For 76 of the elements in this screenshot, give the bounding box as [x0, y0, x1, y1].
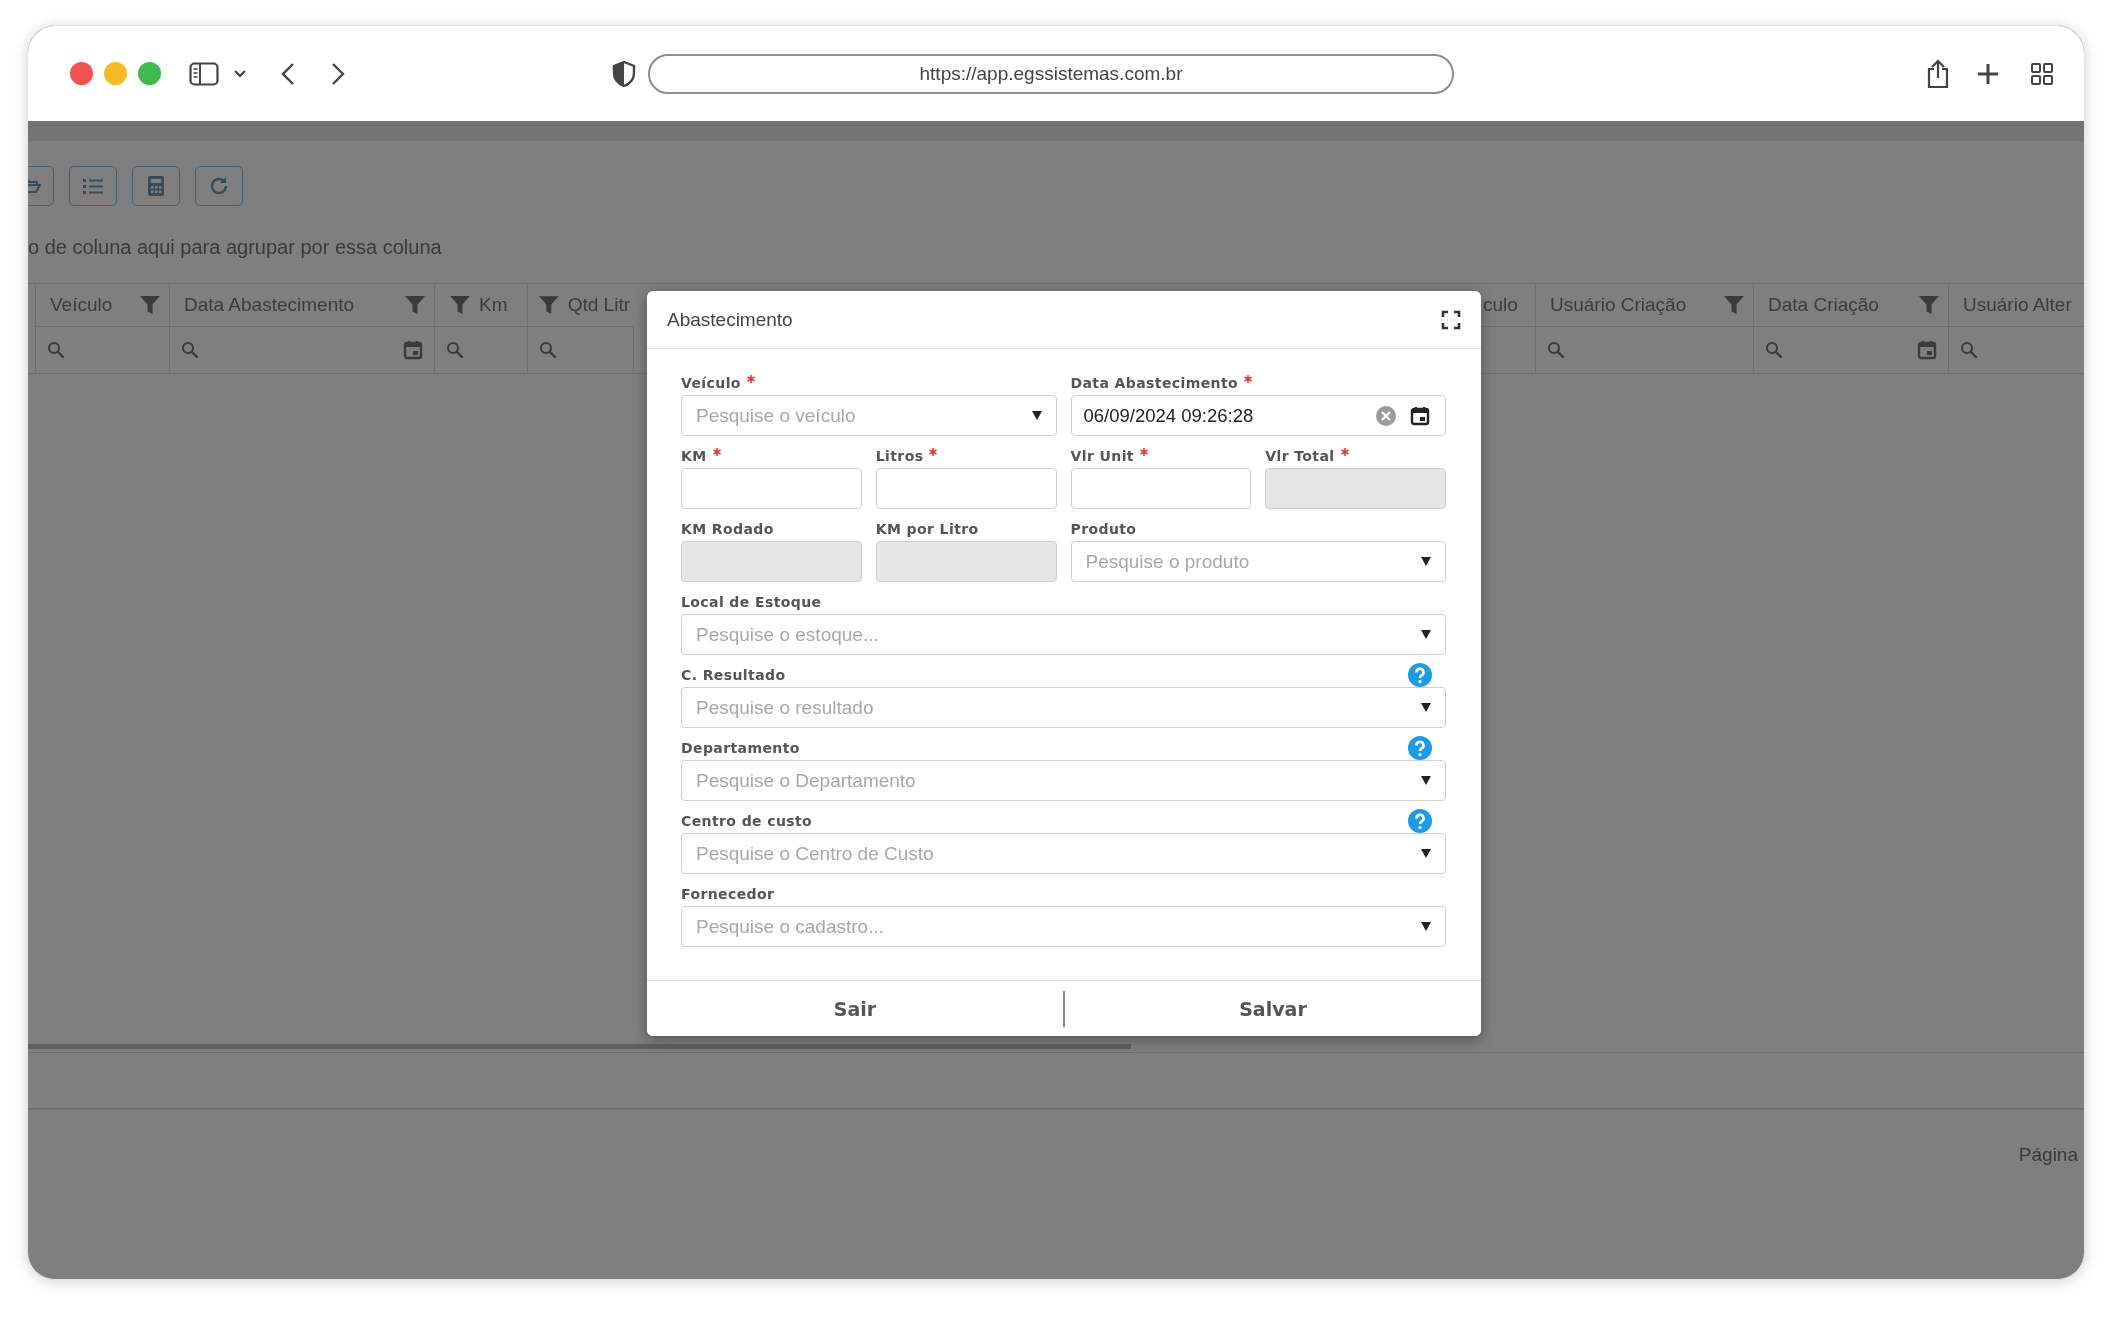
plus-icon[interactable] [1976, 61, 2000, 86]
clear-icon[interactable] [1375, 404, 1397, 427]
caret-icon [1031, 411, 1042, 420]
select-field[interactable]: Pesquise o Centro de Custo [681, 833, 1446, 874]
field-label: Vlr Unit [1070, 448, 1134, 464]
dialog-button[interactable]: Salvar [1065, 981, 1481, 1036]
caret-icon [1421, 849, 1431, 858]
expand-icon[interactable] [1441, 309, 1461, 330]
field-label: KM [681, 448, 707, 464]
field-label: C. Resultado [681, 667, 786, 683]
column-header-label[interactable]: Usuário Alter [1963, 294, 2072, 316]
caret-icon [1421, 630, 1431, 639]
select-field[interactable]: Pesquise o Departamento [681, 760, 1446, 801]
filter-icon[interactable] [1723, 294, 1745, 316]
caret-icon [1421, 557, 1431, 566]
column-header-label[interactable]: culo [1483, 294, 1518, 316]
calculator-icon [147, 175, 165, 197]
field-label: Centro de custo [681, 813, 813, 829]
filter-icon[interactable] [404, 294, 426, 316]
forward-icon[interactable] [331, 61, 345, 86]
column-header-label[interactable]: Qtd Litr [567, 294, 630, 316]
minimize-window-button[interactable] [104, 62, 127, 85]
column-header-label[interactable]: Data Abastecimento [184, 294, 355, 316]
dialog-button[interactable]: Sair [647, 981, 1063, 1036]
chevron-down-icon[interactable] [233, 68, 247, 79]
help-icon[interactable] [1408, 809, 1432, 833]
date-field[interactable]: 06/09/2024 09:26:28 [1070, 395, 1446, 436]
help-icon[interactable] [1408, 663, 1432, 687]
field-label: Litros [875, 448, 924, 464]
scrollbar-thumb[interactable] [28, 1044, 1131, 1049]
help-icon[interactable] [1408, 736, 1432, 760]
list-icon [82, 177, 104, 195]
close-window-button[interactable] [70, 62, 93, 85]
shield-icon[interactable] [612, 60, 636, 87]
dialog-title: Abastecimento [667, 308, 793, 331]
sidebar-icon[interactable] [189, 61, 219, 86]
field-label: Veículo [681, 375, 741, 391]
maximize-window-button[interactable] [138, 62, 161, 85]
column-header-label[interactable]: Data Criação [1768, 294, 1879, 316]
text-field[interactable] [1070, 468, 1252, 509]
calendar-icon[interactable] [1409, 404, 1431, 427]
filter-icon[interactable] [538, 294, 560, 316]
caret-icon [1421, 922, 1431, 931]
column-header-label[interactable]: Usuário Criação [1550, 294, 1687, 316]
refresh-button[interactable] [195, 166, 243, 206]
field-label: Data Abastecimento [1070, 375, 1239, 391]
field-label: Vlr Total [1265, 448, 1335, 464]
refresh-icon [208, 175, 230, 197]
field-label: KM por Litro [875, 521, 979, 537]
field-label: Fornecedor [681, 886, 775, 902]
filter-icon[interactable] [139, 294, 161, 316]
select-field[interactable]: Pesquise o produto [1070, 541, 1446, 582]
select-field[interactable]: Pesquise o resultado [681, 687, 1446, 728]
tab-grid-icon[interactable] [2030, 61, 2054, 86]
select-field[interactable]: Pesquise o estoque... [681, 614, 1446, 655]
field-label: Local de Estoque [681, 594, 822, 610]
filter-icon[interactable] [1918, 294, 1940, 316]
back-icon[interactable] [281, 61, 295, 86]
calculator-button[interactable] [132, 166, 180, 206]
column-header-label[interactable]: Km [479, 294, 508, 316]
select-field[interactable]: Pesquise o cadastro... [681, 906, 1446, 947]
address-bar[interactable]: https://app.egssistemas.com.br [648, 53, 1454, 94]
field-label: KM Rodado [681, 521, 774, 537]
text-field[interactable] [681, 468, 862, 509]
field-label: Produto [1070, 521, 1137, 537]
list-button[interactable] [69, 166, 117, 206]
field-label: Departamento [681, 740, 800, 756]
pager-label: Página [2018, 1144, 2078, 1166]
text-field[interactable] [875, 468, 1057, 509]
group-by-hint: o de coluna aqui para agrupar por essa coluna [28, 236, 443, 260]
filter-icon[interactable] [449, 294, 471, 316]
share-icon[interactable] [1926, 58, 1950, 89]
filter-cell[interactable] [35, 327, 170, 373]
caret-icon [1421, 776, 1431, 785]
select-field[interactable]: Pesquise o veículo [681, 395, 1057, 436]
caret-icon [1421, 703, 1431, 712]
